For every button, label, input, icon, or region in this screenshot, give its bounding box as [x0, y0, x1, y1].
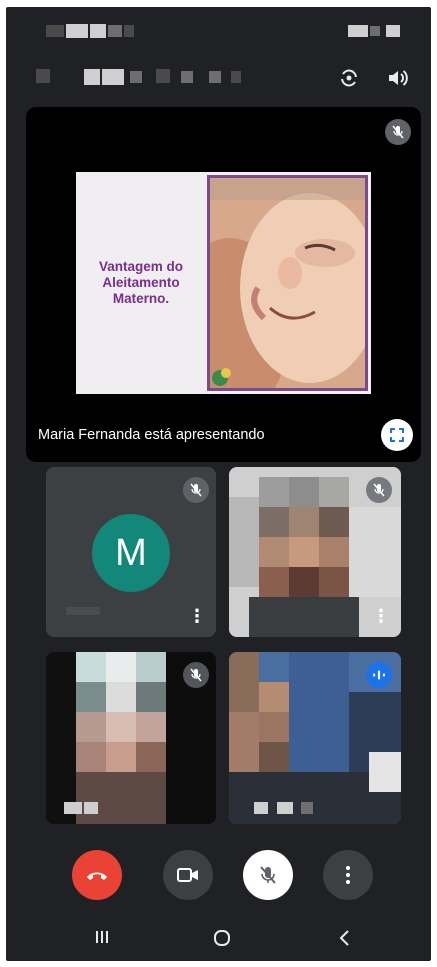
mic-off-icon [373, 483, 385, 497]
fullscreen-button[interactable] [381, 419, 413, 451]
mic-off-icon [260, 866, 276, 884]
mic-off-icon [392, 125, 404, 139]
mic-off-icon [190, 668, 202, 682]
participant-tile-video[interactable] [229, 652, 401, 824]
more-options-button[interactable] [323, 850, 373, 900]
end-call-button[interactable] [72, 850, 122, 900]
fullscreen-icon [390, 428, 404, 442]
video-camera-icon [177, 868, 198, 882]
participant-mic-off-badge [183, 662, 209, 688]
camera-switch-icon [341, 69, 357, 87]
back-button[interactable] [337, 929, 351, 952]
mic-off-icon [190, 483, 202, 497]
more-vert-icon [346, 866, 350, 884]
home-icon [214, 930, 230, 946]
shared-slide: Vantagem do Aleitamento Materno. [76, 172, 371, 394]
baby-photo-image [210, 178, 365, 388]
switch-camera-button[interactable] [338, 67, 360, 89]
slide-title: Vantagem do Aleitamento Materno. [98, 259, 184, 306]
home-button[interactable] [213, 929, 231, 952]
presenting-label: Maria Fernanda está apresentando [38, 427, 265, 443]
slide-text-panel: Vantagem do Aleitamento Materno. [76, 172, 206, 394]
status-bar [6, 7, 431, 47]
participant-mic-off-badge [183, 477, 209, 503]
participant-tile-video[interactable] [46, 652, 216, 824]
slide-photo [207, 175, 368, 391]
microphone-button[interactable] [243, 850, 293, 900]
avatar-initial: M [115, 531, 147, 574]
recent-apps-button[interactable] [94, 929, 110, 950]
volume-icon [389, 70, 408, 86]
meet-call-screen: Vantagem do Aleitamento Materno. Maria F… [6, 7, 431, 961]
avatar: M [92, 514, 170, 592]
recent-apps-icon [96, 931, 108, 943]
camera-button[interactable] [163, 850, 213, 900]
presenter-mic-off-badge [385, 119, 411, 145]
participant-mic-off-badge [366, 477, 392, 503]
phone-hangup-icon [87, 872, 107, 880]
speaking-indicator [366, 662, 392, 688]
presentation-tile[interactable]: Vantagem do Aleitamento Materno. Maria F… [26, 107, 421, 462]
audio-wave-icon [373, 670, 385, 680]
speaker-button[interactable] [387, 68, 409, 88]
participant-tile-video[interactable]: ⋮ [229, 467, 401, 637]
participant-more-button[interactable]: ⋮ [188, 607, 206, 625]
back-icon [339, 930, 349, 946]
participant-tile-avatar[interactable]: M ⋮ [46, 467, 216, 637]
participant-more-button[interactable]: ⋮ [372, 607, 390, 625]
